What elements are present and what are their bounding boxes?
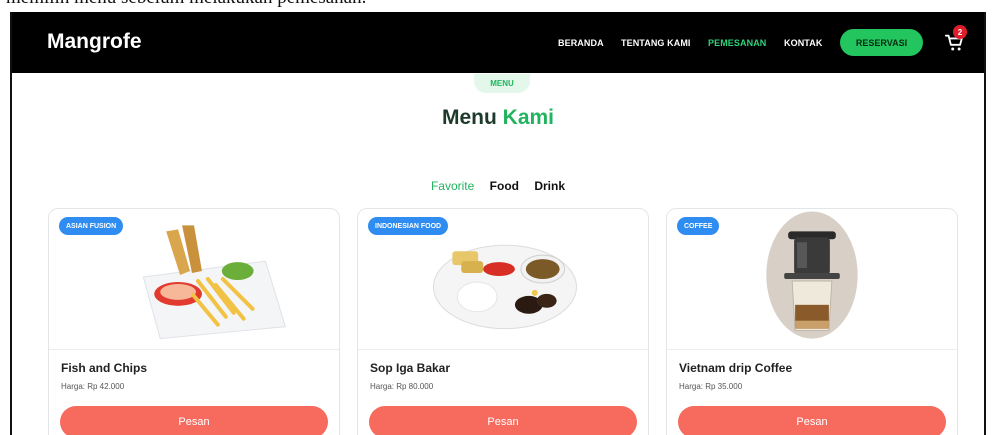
menu-tabs: Favorite Food Drink — [12, 179, 984, 193]
item-title: Sop Iga Bakar — [370, 361, 451, 375]
item-price: Harga: Rp 35.000 — [679, 382, 743, 391]
page-title: Menu Kami — [12, 106, 984, 130]
order-button[interactable]: Pesan — [60, 406, 328, 435]
tab-food[interactable]: Food — [490, 179, 519, 193]
tab-drink[interactable]: Drink — [534, 179, 565, 193]
category-badge: INDONESIAN FOOD — [368, 217, 449, 235]
order-button[interactable]: Pesan — [678, 406, 946, 435]
category-badge: ASIAN FUSION — [59, 217, 124, 235]
menu-card: INDONESIAN FOOD Sop Iga Bakar Harga: Rp … — [357, 208, 649, 435]
navbar: Mangrofe BERANDA TENTANG KAMI PEMESANAN … — [12, 12, 984, 73]
category-badge: COFFEE — [677, 217, 720, 235]
item-price: Harga: Rp 42.000 — [61, 382, 125, 391]
order-button[interactable]: Pesan — [369, 406, 637, 435]
item-title: Fish and Chips — [61, 361, 148, 375]
nav-link-pemesanan[interactable]: PEMESANAN — [708, 38, 766, 48]
page-title-accent: Kami — [502, 106, 555, 129]
menu-card: COFFEE Vietnam drip Coffee Harga: Rp 35.… — [666, 208, 958, 435]
item-title: Vietnam drip Coffee — [679, 361, 793, 375]
section-pill: MENU — [474, 74, 530, 93]
item-price: Harga: Rp 80.000 — [370, 382, 434, 391]
tab-favorite[interactable]: Favorite — [431, 179, 474, 193]
nav-link-tentang-kami[interactable]: TENTANG KAMI — [621, 38, 691, 48]
nav-link-beranda[interactable]: BERANDA — [558, 38, 604, 48]
cart-button[interactable]: 2 — [944, 25, 968, 56]
document-caption: memilih menu sebelum melakukan pemesanan… — [6, 0, 366, 9]
nav-link-kontak[interactable]: KONTAK — [784, 38, 822, 48]
reservasi-button[interactable]: RESERVASI — [840, 29, 923, 56]
page-title-main: Menu — [441, 106, 497, 129]
brand-logo[interactable]: Mangrofe — [47, 30, 142, 54]
cart-count-badge: 2 — [953, 25, 967, 39]
browser-frame: Mangrofe BERANDA TENTANG KAMI PEMESANAN … — [10, 12, 986, 435]
menu-card: ASIAN FUSION Fish and Chips Harga: Rp 42… — [48, 208, 340, 435]
